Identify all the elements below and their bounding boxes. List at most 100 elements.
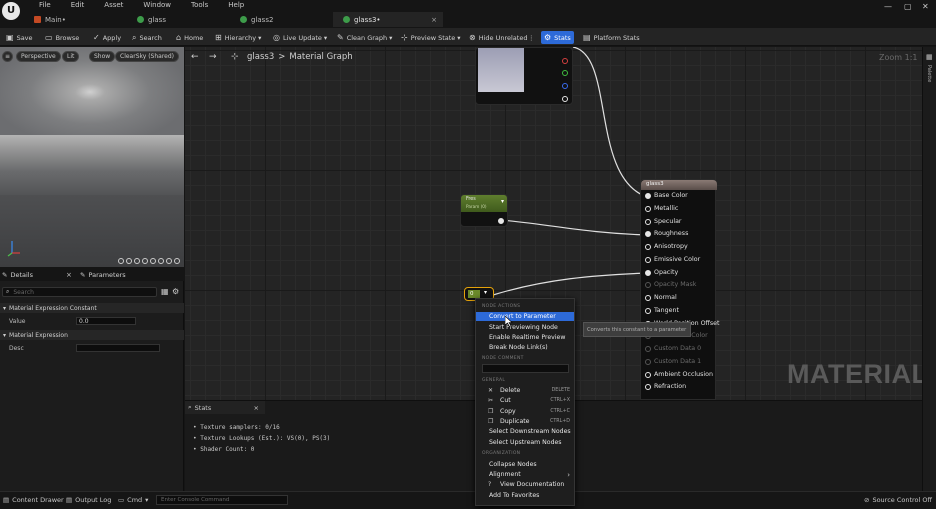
preview-viewport[interactable]: ≡ Perspective Lit Show ClearSky (Shared) bbox=[0, 47, 184, 267]
grid-icon[interactable] bbox=[166, 258, 172, 264]
menu-file[interactable]: File bbox=[29, 1, 61, 9]
desc-field[interactable] bbox=[76, 344, 160, 352]
preview-state-button[interactable]: ⊹ Preview State ▾ bbox=[398, 31, 464, 44]
maximize-icon[interactable]: ▢ bbox=[904, 2, 912, 11]
perspective-button[interactable]: Perspective bbox=[16, 51, 61, 62]
source-control-button[interactable]: ⊘ Source Control Off bbox=[864, 496, 932, 504]
back-arrow-icon[interactable]: ← bbox=[191, 52, 199, 62]
fresnel-output-pin[interactable] bbox=[498, 218, 504, 224]
menu-asset[interactable]: Asset bbox=[94, 1, 133, 9]
hide-unrelated-button[interactable]: ⊗ Hide Unrelated bbox=[466, 31, 530, 44]
stats-tab[interactable]: ⌕ Stats × bbox=[185, 401, 265, 414]
input-pin-custom-data-1[interactable] bbox=[645, 358, 651, 365]
menu-delete[interactable]: ✕ Delete DELETE bbox=[476, 386, 574, 395]
console-input[interactable]: Enter Console Command bbox=[156, 495, 288, 505]
fresnel-node[interactable]: Fres Param (0) ▾ bbox=[460, 194, 508, 227]
output-a-pin[interactable] bbox=[562, 96, 568, 102]
input-pin-custom-data-0[interactable] bbox=[645, 346, 651, 352]
cmd-dropdown[interactable]: ▭ Cmd ▾ bbox=[118, 496, 148, 504]
section-material-expression[interactable]: ▾ Material Expression bbox=[0, 330, 184, 340]
live-update-button[interactable]: ◎ Live Update ▾ bbox=[270, 31, 330, 44]
lit-button[interactable]: Lit bbox=[62, 51, 80, 62]
menu-collapse-nodes[interactable]: Collapse Nodes bbox=[476, 460, 574, 469]
output-log-button[interactable]: ▤ Output Log bbox=[66, 496, 111, 504]
palette-strip[interactable]: ▦ Palette bbox=[922, 47, 936, 491]
menu-view-documentation[interactable]: ? View Documentation bbox=[476, 480, 574, 489]
realtime-icon[interactable] bbox=[174, 258, 180, 264]
hierarchy-button[interactable]: ⊞ Hierarchy ▾ bbox=[212, 31, 264, 44]
input-pin-anisotropy[interactable] bbox=[645, 244, 651, 250]
show-button[interactable]: Show bbox=[89, 51, 116, 62]
menu-duplicate[interactable]: ❐ Duplicate CTRL+D bbox=[476, 417, 574, 426]
details-search-input[interactable]: ⌕ Search bbox=[2, 287, 157, 297]
menu-help[interactable]: Help bbox=[218, 1, 254, 9]
viewport-menu-icon[interactable]: ≡ bbox=[2, 51, 13, 62]
close-window-icon[interactable]: ✕ bbox=[922, 2, 929, 11]
input-pin-tangent[interactable] bbox=[645, 307, 651, 314]
tab-main[interactable]: Main• bbox=[24, 12, 124, 27]
input-pin-base-color[interactable] bbox=[645, 193, 651, 199]
node-comment-input[interactable] bbox=[482, 364, 569, 373]
input-pin-opacity[interactable] bbox=[645, 269, 651, 276]
input-pin-ambient-occlusion[interactable] bbox=[645, 371, 651, 378]
cylinder-icon[interactable] bbox=[118, 258, 124, 264]
unreal-logo-icon[interactable]: U bbox=[2, 2, 20, 20]
tab-glass3[interactable]: glass3• × bbox=[333, 12, 443, 27]
menu-edit[interactable]: Edit bbox=[61, 1, 95, 9]
menu-alignment[interactable]: Alignment › bbox=[476, 470, 574, 479]
input-pin-opacity-mask[interactable] bbox=[645, 282, 651, 289]
output-g-pin[interactable] bbox=[562, 70, 568, 76]
tab-glass[interactable]: glass bbox=[127, 12, 227, 27]
sky-preset-button[interactable]: ClearSky (Shared) bbox=[115, 51, 180, 62]
gear-icon[interactable]: ⚙ bbox=[172, 287, 179, 296]
apply-button[interactable]: ✓ Apply bbox=[90, 31, 124, 44]
menu-window[interactable]: Window bbox=[133, 1, 181, 9]
input-pin-specular[interactable] bbox=[645, 218, 651, 225]
value-field[interactable]: 0.0 bbox=[76, 317, 136, 325]
tab-glass2[interactable]: glass2 bbox=[230, 12, 330, 27]
mesh-icon[interactable] bbox=[158, 258, 164, 264]
collapse-arrow-icon[interactable]: ▾ bbox=[501, 198, 504, 205]
menu-start-previewing-node[interactable]: Start Previewing Node bbox=[476, 323, 574, 332]
clean-graph-button[interactable]: ✎ Clean Graph ▾ bbox=[334, 31, 395, 44]
plane-icon[interactable] bbox=[134, 258, 140, 264]
breadcrumb-asset[interactable]: glass3 bbox=[247, 52, 274, 62]
details-tab[interactable]: ✎ Details bbox=[2, 268, 33, 281]
parameters-tab[interactable]: ✎ Parameters bbox=[80, 268, 126, 281]
search-button[interactable]: ⌕ Search bbox=[129, 31, 165, 44]
menu-add-to-favorites[interactable]: Add To Favorites bbox=[476, 491, 574, 500]
platform-stats-button[interactable]: ▤ Platform Stats bbox=[580, 31, 643, 44]
close-tab-icon[interactable]: × bbox=[431, 16, 437, 24]
menu-tools[interactable]: Tools bbox=[181, 1, 218, 9]
save-button[interactable]: ▣ Save bbox=[3, 31, 36, 44]
collapse-arrow-icon[interactable]: ▾ bbox=[484, 289, 487, 296]
sphere-icon[interactable] bbox=[126, 258, 132, 264]
menu-cut[interactable]: ✂ Cut CTRL+X bbox=[476, 396, 574, 405]
forward-arrow-icon[interactable]: → bbox=[209, 52, 217, 62]
input-pin-refraction[interactable] bbox=[645, 384, 651, 391]
cube-icon[interactable] bbox=[142, 258, 148, 264]
menu-select-downstream[interactable]: Select Downstream Nodes bbox=[476, 427, 574, 436]
menu-break-node-links[interactable]: Break Node Link(s) bbox=[476, 343, 574, 352]
menu-copy[interactable]: ❐ Copy CTRL+C bbox=[476, 407, 574, 416]
input-pin-emissive-color[interactable] bbox=[645, 256, 651, 263]
menu-convert-to-parameter[interactable]: Convert to Parameter bbox=[476, 312, 574, 321]
table-view-icon[interactable]: ▦ bbox=[161, 287, 169, 296]
close-details-icon[interactable]: × bbox=[66, 271, 72, 279]
content-drawer-button[interactable]: ▤ Content Drawer bbox=[3, 496, 64, 504]
stats-button[interactable]: ⚙ Stats bbox=[541, 31, 574, 44]
teapot-icon[interactable] bbox=[150, 258, 156, 264]
home-button[interactable]: ⌂ Home bbox=[173, 31, 206, 44]
browse-button[interactable]: ▭ Browse bbox=[42, 31, 82, 44]
input-pin-normal[interactable] bbox=[645, 295, 651, 301]
more-options-icon[interactable]: ⋮ bbox=[525, 31, 538, 44]
menu-enable-realtime-preview[interactable]: Enable Realtime Preview bbox=[476, 333, 574, 342]
input-pin-metallic[interactable] bbox=[645, 205, 651, 212]
output-b-pin[interactable] bbox=[562, 83, 568, 89]
input-pin-roughness[interactable] bbox=[645, 231, 651, 238]
section-material-expression-constant[interactable]: ▾ Material Expression Constant bbox=[0, 303, 184, 313]
close-stats-icon[interactable]: × bbox=[254, 404, 259, 412]
material-result-node[interactable]: glass3 Base Color Metallic Specular Roughne… bbox=[640, 179, 719, 400]
minimize-icon[interactable]: — bbox=[884, 2, 892, 11]
menu-select-upstream[interactable]: Select Upstream Nodes bbox=[476, 438, 574, 447]
